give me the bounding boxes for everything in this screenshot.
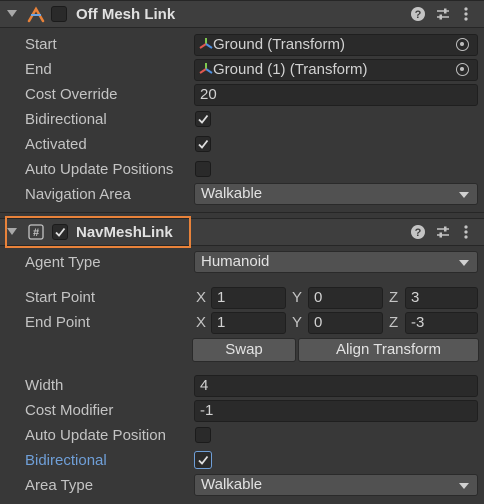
checkmark-icon bbox=[198, 139, 209, 149]
agent-type-value: Humanoid bbox=[201, 253, 270, 270]
off-mesh-link-enabled-checkbox[interactable] bbox=[51, 6, 67, 22]
start-point-z-label: Z bbox=[389, 289, 399, 306]
start-point-y-input[interactable]: 0 bbox=[308, 287, 383, 309]
kebab-menu-icon[interactable] bbox=[463, 7, 469, 25]
cost-override-input[interactable]: 20 bbox=[194, 84, 478, 106]
navigation-area-label: Navigation Area bbox=[25, 186, 131, 203]
end-point-y-label: Y bbox=[292, 314, 303, 331]
start-point-x-input[interactable]: 1 bbox=[211, 287, 286, 309]
navigation-area-value: Walkable bbox=[201, 185, 263, 202]
end-object-field[interactable]: Ground (1) (Transform) bbox=[194, 59, 478, 81]
align-transform-button[interactable]: Align Transform bbox=[298, 338, 479, 362]
agent-type-dropdown[interactable]: Humanoid bbox=[194, 251, 478, 273]
highlight-box bbox=[5, 216, 191, 248]
end-point-z-label: Z bbox=[389, 314, 399, 331]
transform-icon bbox=[199, 63, 213, 74]
svg-text:?: ? bbox=[415, 9, 422, 21]
start-object-field[interactable]: Ground (Transform) bbox=[194, 34, 478, 56]
end-point-label: End Point bbox=[25, 314, 91, 331]
end-object-value: Ground (1) (Transform) bbox=[213, 61, 368, 78]
object-picker-icon[interactable] bbox=[456, 63, 469, 76]
svg-text:?: ? bbox=[415, 227, 422, 239]
dropdown-arrow-icon bbox=[459, 483, 469, 489]
activated-label: Activated bbox=[25, 136, 87, 153]
foldout-arrow-icon[interactable] bbox=[7, 10, 17, 17]
cost-modifier-input[interactable]: -1 bbox=[194, 400, 478, 422]
end-point-z-input[interactable]: -3 bbox=[405, 312, 478, 334]
cost-override-label: Cost Override bbox=[25, 86, 118, 103]
bidirectional-label: Bidirectional bbox=[25, 111, 107, 128]
auto-update-positions-checkbox[interactable] bbox=[195, 161, 211, 177]
off-mesh-link-header[interactable]: Off Mesh Link ? bbox=[0, 0, 484, 28]
cost-modifier-label: Cost Modifier bbox=[25, 402, 114, 419]
area-type-label: Area Type bbox=[25, 477, 94, 494]
activated-checkbox[interactable] bbox=[195, 136, 211, 152]
preset-icon[interactable] bbox=[436, 225, 450, 243]
transform-icon bbox=[199, 38, 213, 49]
section-divider bbox=[0, 212, 484, 213]
end-point-x-label: X bbox=[196, 314, 207, 331]
preset-icon[interactable] bbox=[436, 7, 450, 25]
width-label: Width bbox=[25, 377, 64, 394]
auto-update-position-label: Auto Update Position bbox=[25, 427, 166, 444]
object-picker-icon[interactable] bbox=[456, 38, 469, 51]
auto-update-positions-label: Auto Update Positions bbox=[25, 161, 174, 178]
offmeshlink-component-icon bbox=[27, 5, 46, 28]
width-input[interactable]: 4 bbox=[194, 375, 478, 397]
navigation-area-dropdown[interactable]: Walkable bbox=[194, 183, 478, 205]
start-label: Start bbox=[25, 36, 57, 53]
start-object-value: Ground (Transform) bbox=[213, 36, 345, 53]
auto-update-position-checkbox[interactable] bbox=[195, 427, 211, 443]
end-label: End bbox=[25, 61, 52, 78]
help-icon[interactable]: ? bbox=[411, 7, 425, 25]
bidirectional-checkbox[interactable] bbox=[195, 111, 211, 127]
swap-button[interactable]: Swap bbox=[192, 338, 296, 362]
dropdown-arrow-icon bbox=[459, 192, 469, 198]
agent-type-label: Agent Type bbox=[25, 254, 101, 271]
start-point-y-label: Y bbox=[292, 289, 303, 306]
area-type-value: Walkable bbox=[201, 476, 263, 493]
navmesh-bidirectional-label: Bidirectional bbox=[25, 452, 107, 469]
end-point-x-input[interactable]: 1 bbox=[211, 312, 286, 334]
start-point-label: Start Point bbox=[25, 289, 96, 306]
start-point-z-input[interactable]: 3 bbox=[405, 287, 478, 309]
dropdown-arrow-icon bbox=[459, 260, 469, 266]
kebab-menu-icon[interactable] bbox=[463, 225, 469, 243]
end-point-y-input[interactable]: 0 bbox=[308, 312, 383, 334]
help-icon[interactable]: ? bbox=[411, 225, 425, 243]
checkmark-icon bbox=[198, 455, 209, 465]
navmesh-bidirectional-checkbox[interactable] bbox=[194, 451, 212, 469]
checkmark-icon bbox=[198, 114, 209, 124]
off-mesh-link-title: Off Mesh Link bbox=[76, 6, 176, 23]
area-type-dropdown[interactable]: Walkable bbox=[194, 474, 478, 496]
start-point-x-label: X bbox=[196, 289, 207, 306]
